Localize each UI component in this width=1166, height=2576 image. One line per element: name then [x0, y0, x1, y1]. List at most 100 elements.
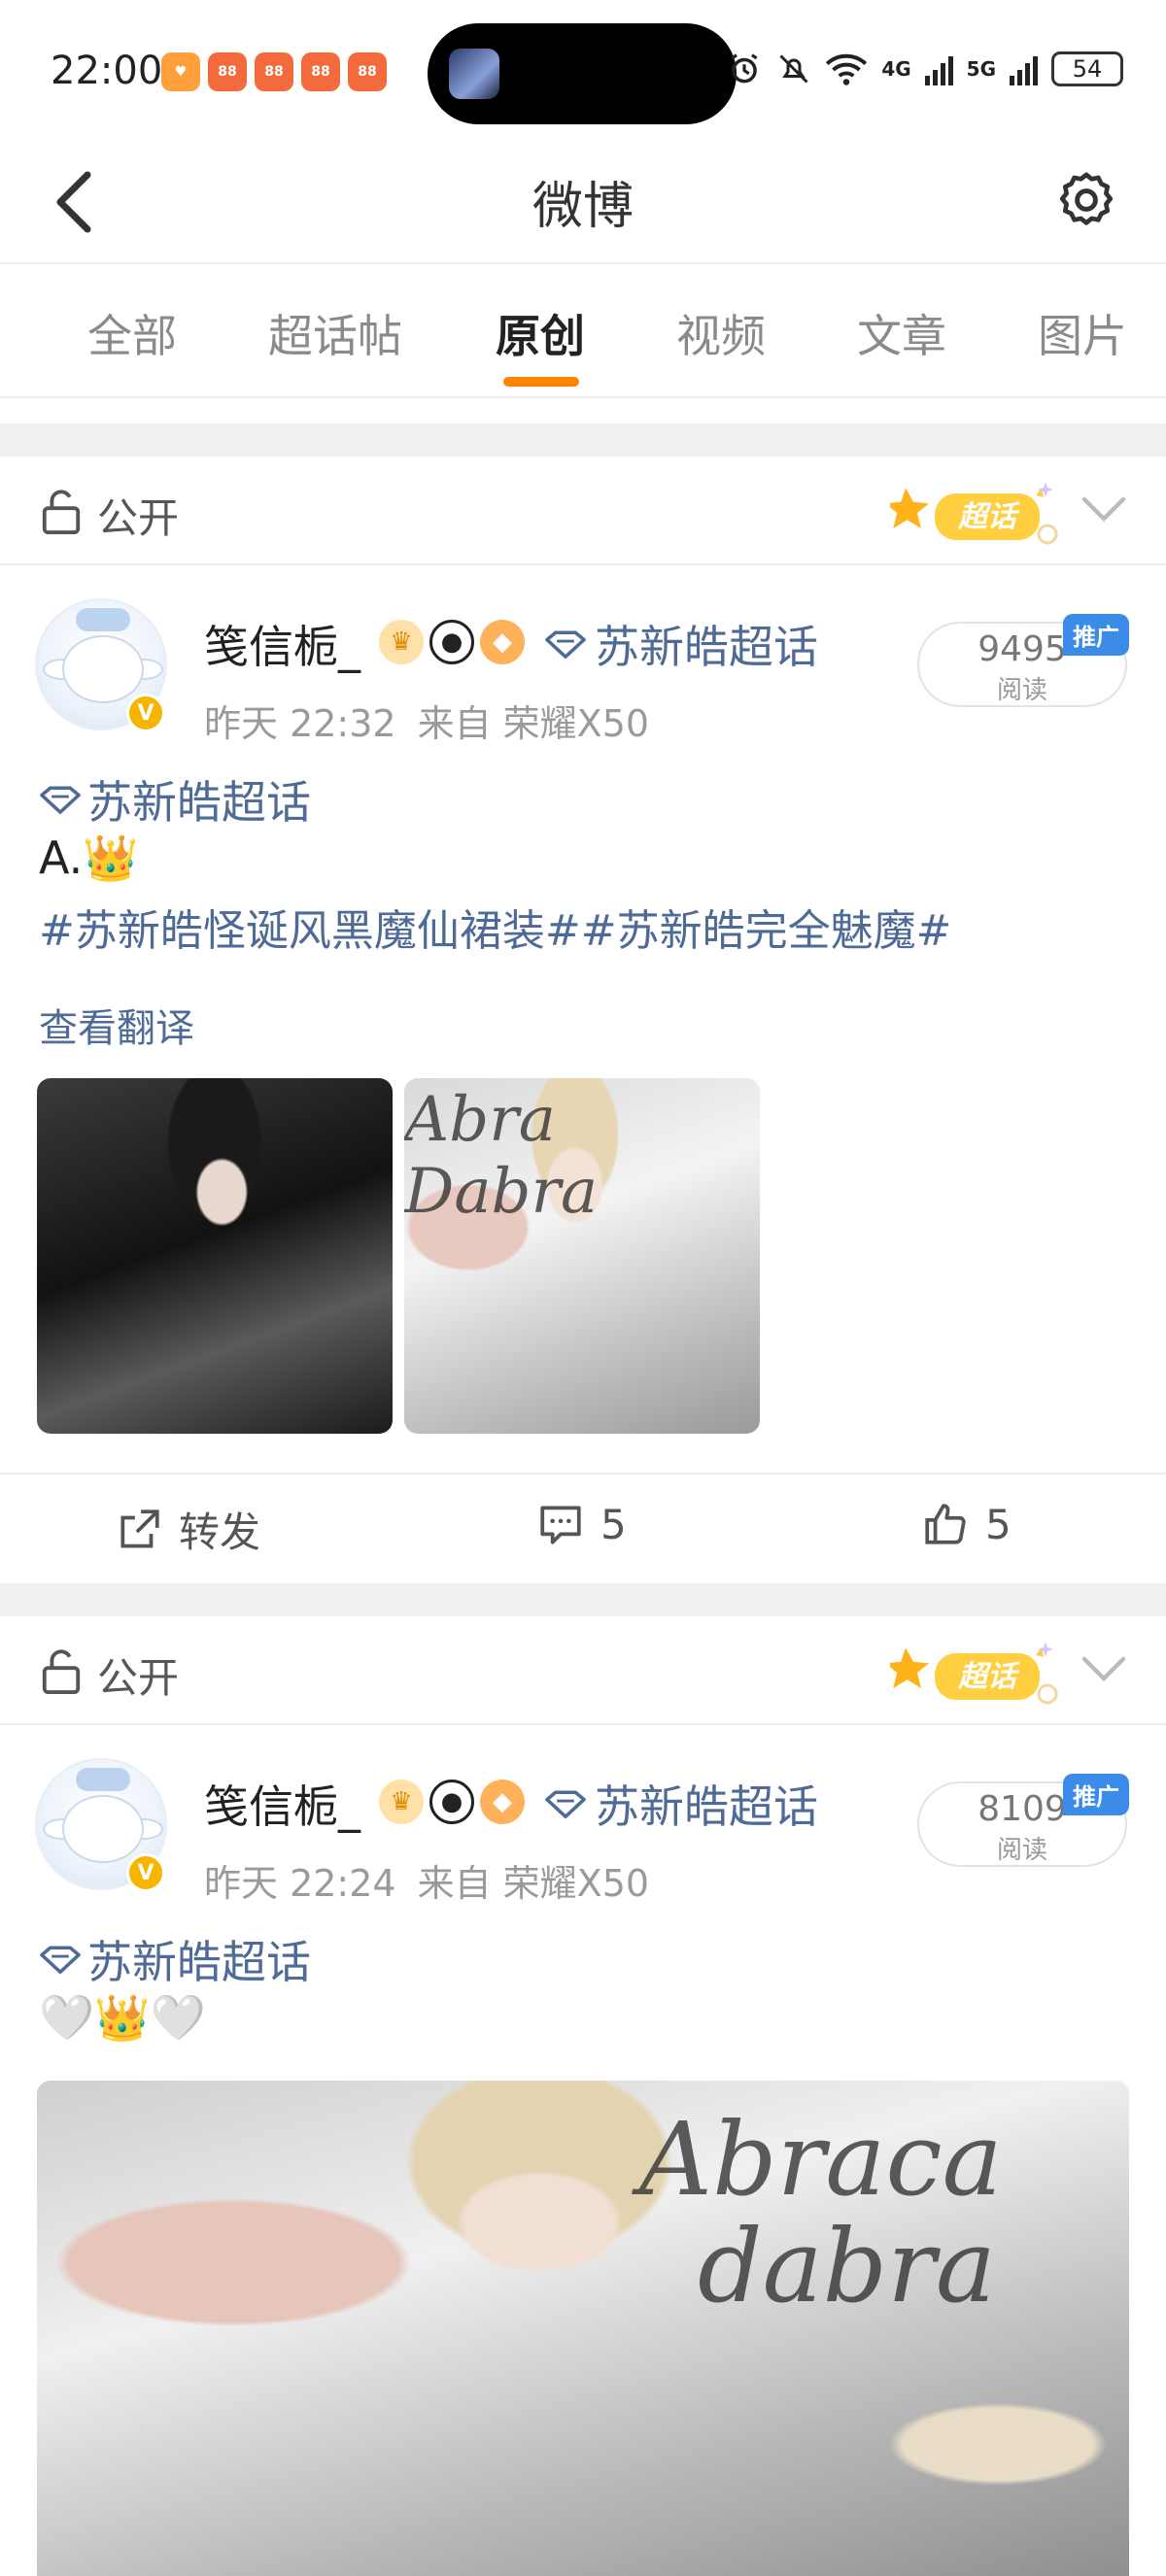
tab-all[interactable]: 全部 — [87, 301, 177, 365]
user-name[interactable]: 笺信栀_ — [204, 612, 360, 676]
tab-images[interactable]: 图片 — [1038, 301, 1127, 365]
avatar-bow — [76, 1768, 130, 1791]
diamond-icon — [545, 630, 586, 659]
app-notification-icon: 88 — [208, 52, 247, 91]
super-topic-link[interactable]: 苏新皓超话 — [544, 1772, 818, 1836]
top-nav-bar: 微博 — [0, 136, 1166, 264]
post-meta: 昨天 22:24 来自 荣耀X50 — [204, 1853, 649, 1907]
app-notification-icon: 88 — [348, 52, 387, 91]
tab-original[interactable]: 原创 — [496, 301, 585, 365]
status-bar: 22:00 ♥ 88 88 88 88 4G 5G 54 — [0, 0, 1166, 136]
super-topic-link[interactable]: 苏新皓超话 — [544, 612, 818, 676]
promote-tag[interactable]: 推广 — [1063, 614, 1129, 656]
visibility-row: 公开 超话 — [0, 1616, 1166, 1725]
comment-icon — [540, 1506, 581, 1544]
panda-icon: ● — [429, 620, 474, 664]
read-count-pill[interactable]: 9495 阅读 推广 — [917, 614, 1129, 707]
visibility-row: 公开 超话 — [0, 457, 1166, 565]
fish-icon: ◆ — [480, 620, 525, 664]
super-topic-badge-icon: 超话 — [890, 1642, 1058, 1705]
dynamic-island[interactable] — [428, 23, 737, 124]
unlock-icon — [42, 1649, 81, 1694]
section-divider — [0, 1583, 1166, 1616]
network-4g-label: 4G — [881, 57, 911, 81]
crown-level-icon: ♛ — [379, 620, 424, 664]
post-time: 昨天 22:32 — [204, 702, 396, 745]
like-count: 5 — [985, 1500, 1012, 1548]
image-overlay-text: Abra Dabra — [404, 1084, 599, 1228]
battery-icon: 54 — [1051, 51, 1123, 86]
super-topic-badge-text: 超话 — [957, 500, 1020, 534]
post-text: 🤍👑🤍 — [39, 1991, 206, 2044]
section-divider — [0, 424, 1166, 457]
read-label: 阅读 — [996, 676, 1047, 705]
image-overlay-text: Abraca — [639, 2100, 1003, 2219]
promote-tag[interactable]: 推广 — [1063, 1774, 1129, 1815]
avatar-face — [62, 1795, 144, 1863]
verified-badge-icon: V — [126, 1853, 165, 1892]
translate-link[interactable]: 查看翻译 — [39, 997, 194, 1053]
diamond-icon — [40, 1946, 81, 1974]
active-tab-indicator — [503, 377, 579, 387]
post-action-bar: 转发 5 5 — [0, 1473, 1166, 1581]
post-image[interactable] — [37, 1078, 393, 1434]
post-card[interactable]: 公开 超话 V 笺信栀_ ♛ ● ◆ 苏新皓超话 昨天 22:32 来自 荣耀X5… — [0, 457, 1166, 1583]
network-5g-label: 5G — [966, 57, 996, 81]
visibility-label: 公开 — [97, 1654, 180, 1702]
post-topic-label: 苏新皓超话 — [87, 1936, 311, 1988]
signal-4g-icon — [924, 52, 953, 85]
wifi-icon — [826, 53, 868, 85]
post-text: A.👑 — [39, 831, 139, 884]
user-name[interactable]: 笺信栀_ — [204, 1772, 360, 1836]
thumbs-up-icon — [925, 1504, 966, 1544]
panda-icon: ● — [429, 1779, 474, 1824]
unlock-icon — [42, 490, 81, 534]
settings-button[interactable] — [1046, 159, 1127, 241]
repost-button[interactable]: 转发 — [115, 1500, 260, 1559]
super-topic-link-label: 苏新皓超话 — [595, 1780, 818, 1833]
read-label: 阅读 — [996, 1836, 1047, 1865]
post-image[interactable]: Abraca dabra — [37, 2081, 1129, 2576]
tab-video[interactable]: 视频 — [676, 301, 766, 365]
post-image[interactable]: Abra Dabra — [404, 1078, 760, 1434]
post-meta: 昨天 22:32 来自 荣耀X50 — [204, 694, 649, 747]
filter-tabs: 全部 超话帖 原创 视频 文章 图片 — [0, 266, 1166, 398]
comment-button[interactable]: 5 — [536, 1500, 627, 1548]
app-notification-icon: ♥ — [161, 52, 200, 91]
chevron-down-icon[interactable] — [1080, 1649, 1127, 1688]
fish-icon: ◆ — [480, 1779, 525, 1824]
repost-label: 转发 — [179, 1508, 261, 1556]
avatar-face — [62, 635, 144, 703]
post-source: 来自 荣耀X50 — [417, 702, 650, 745]
battery-level: 54 — [1072, 55, 1103, 83]
read-count-pill[interactable]: 8109 阅读 推广 — [917, 1774, 1129, 1867]
notification-icons: ♥ 88 88 88 88 — [161, 52, 387, 91]
post-topic-link[interactable]: 苏新皓超话 — [39, 1927, 311, 1991]
tab-super-topic-posts[interactable]: 超话帖 — [268, 301, 402, 365]
page-title: 微博 — [532, 178, 634, 236]
diamond-icon — [545, 1790, 586, 1818]
media-thumbnail — [449, 49, 499, 99]
post-hashtags[interactable]: #苏新皓怪诞风黑魔仙裙装##苏新皓完全魅魔# — [39, 896, 951, 958]
super-topic-badge-text: 超话 — [957, 1660, 1020, 1694]
diamond-icon — [40, 786, 81, 814]
mute-bell-icon — [779, 54, 808, 84]
post-topic-link[interactable]: 苏新皓超话 — [39, 767, 311, 831]
image-overlay-text: dabra — [698, 2207, 996, 2325]
gear-icon — [1059, 172, 1114, 225]
status-time: 22:00 — [51, 49, 163, 93]
post-card[interactable]: 公开 超话 V 笺信栀_ ♛ ● ◆ 苏新皓超话 昨天 22:24 来自 荣耀X5… — [0, 1616, 1166, 2576]
system-status-icons: 4G 5G 54 — [726, 51, 1123, 87]
super-topic-badge-icon: 超话 — [890, 482, 1058, 545]
chevron-down-icon[interactable] — [1080, 490, 1127, 528]
share-icon — [120, 1508, 159, 1548]
user-badges: ♛ ● ◆ — [379, 620, 525, 664]
app-notification-icon: 88 — [255, 52, 293, 91]
app-notification-icon: 88 — [301, 52, 340, 91]
avatar-bow — [76, 608, 130, 631]
alarm-icon — [731, 53, 758, 84]
post-topic-label: 苏新皓超话 — [87, 776, 311, 829]
like-button[interactable]: 5 — [921, 1500, 1012, 1548]
verified-badge-icon: V — [126, 694, 165, 732]
tab-articles[interactable]: 文章 — [857, 301, 946, 365]
